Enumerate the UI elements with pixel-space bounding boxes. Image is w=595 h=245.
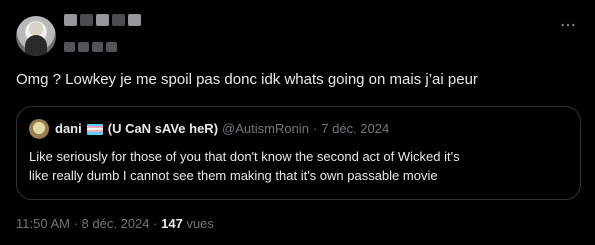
separator-dot: · bbox=[73, 216, 78, 231]
views-count[interactable]: 147 bbox=[161, 216, 183, 231]
quoted-tweet-card[interactable]: dani (U CaN sAVe heR) @AutismRonin · 7 d… bbox=[16, 106, 581, 200]
separator-dot: · bbox=[153, 216, 158, 231]
author-name-redacted[interactable] bbox=[64, 14, 144, 26]
views-label: vues bbox=[186, 216, 214, 231]
quoted-text-line: like really dumb I cannot see them makin… bbox=[29, 168, 438, 183]
flag-stripe bbox=[86, 132, 103, 135]
tweet-view: Omg ? Lowkey je me spoil pas donc idk wh… bbox=[0, 0, 595, 245]
quoted-author-name-suffix[interactable]: (U CaN sAVe heR) bbox=[108, 121, 218, 137]
tweet-meta: 11:50 AM · 8 déc. 2024 · 147 vues bbox=[16, 216, 214, 232]
quoted-author-handle[interactable]: @AutismRonin bbox=[222, 121, 309, 137]
quoted-tweet-date[interactable]: 7 déc. 2024 bbox=[321, 121, 389, 137]
more-horizontal-icon bbox=[561, 23, 575, 27]
avatar-body bbox=[25, 35, 47, 56]
author-handle-redacted[interactable] bbox=[64, 42, 117, 52]
author-avatar[interactable] bbox=[16, 16, 56, 56]
tweet-text: Omg ? Lowkey je me spoil pas donc idk wh… bbox=[16, 71, 478, 88]
more-options-button[interactable] bbox=[555, 12, 581, 38]
transgender-flag-icon bbox=[86, 123, 103, 135]
tweet-time[interactable]: 11:50 AM bbox=[16, 216, 70, 231]
quoted-author-name[interactable]: dani bbox=[55, 121, 82, 137]
separator-dot: · bbox=[312, 121, 318, 136]
tweet-date[interactable]: 8 déc. 2024 bbox=[82, 216, 150, 231]
quoted-author-avatar[interactable] bbox=[29, 119, 49, 139]
quoted-tweet-text: Like seriously for those of you that don… bbox=[29, 147, 569, 185]
quoted-tweet-header: dani (U CaN sAVe heR) @AutismRonin · 7 d… bbox=[29, 119, 389, 139]
quoted-text-line: Like seriously for those of you that don… bbox=[29, 149, 460, 164]
avatar-head bbox=[29, 22, 43, 36]
